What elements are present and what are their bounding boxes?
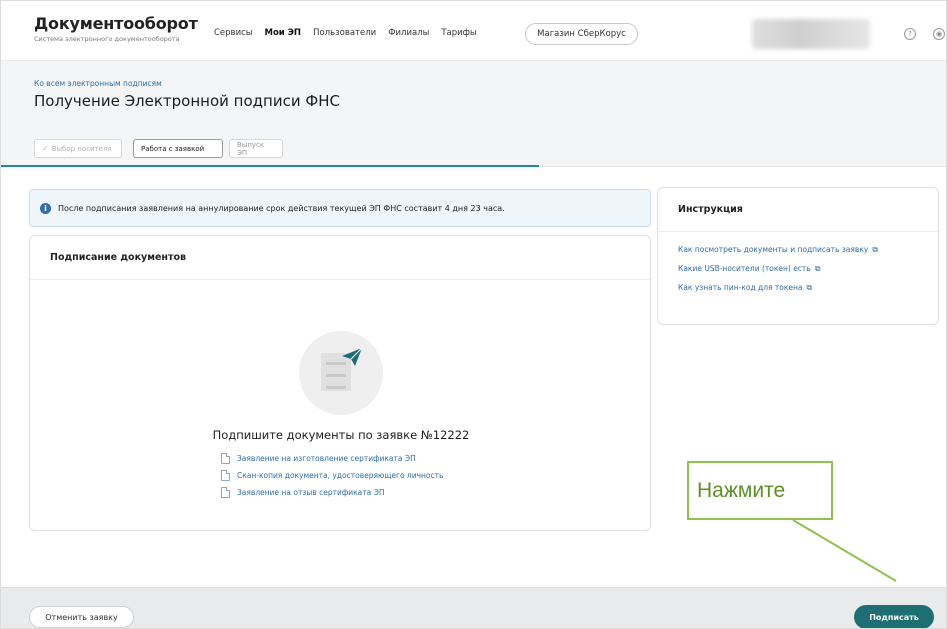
step-select-carrier[interactable]: ✓ Выбор носителя	[34, 139, 122, 158]
check-icon: ✓	[42, 144, 49, 153]
question-circle-icon[interactable]: ?	[904, 28, 916, 40]
info-banner: i После подписания заявления на аннулиро…	[29, 189, 651, 227]
step-work-with-request[interactable]: Работа с заявкой	[133, 139, 223, 158]
user-account-blurred[interactable]	[752, 19, 870, 49]
back-to-signatures-link[interactable]: Ко всем электронным подписям	[34, 79, 162, 88]
eye-icon[interactable]: ◉	[933, 28, 945, 40]
document-label: Заявление на отзыв сертификата ЭП	[237, 487, 385, 497]
shop-button[interactable]: Магазин СберКорус	[525, 23, 638, 45]
step-label: Выбор носителя	[51, 144, 112, 153]
external-link-icon: ⧉	[814, 263, 821, 273]
brand-subtitle: Система электронного документооборота	[34, 35, 180, 43]
step-label: Выпуск ЭП	[237, 140, 265, 157]
nav-item-my-signatures[interactable]: Мои ЭП	[264, 28, 301, 38]
documents-list: Заявление на изготовление сертификата ЭП…	[221, 450, 443, 501]
page-header: Ко всем электронным подписям Получение Э…	[1, 61, 946, 119]
document-icon	[221, 486, 230, 498]
external-link-icon: ⧉	[806, 282, 813, 292]
instruction-link-label: Как посмотреть документы и подписать зая…	[678, 245, 869, 254]
document-label: Заявление на изготовление сертификата ЭП	[237, 453, 416, 463]
nav-item-users[interactable]: Пользователи	[313, 28, 376, 38]
cancel-request-button[interactable]: Отменить заявку	[29, 606, 134, 628]
document-label: Скан-копия документа, удостоверяющего ли…	[237, 470, 444, 480]
brand-title: Документооборот	[34, 14, 198, 33]
main-nav: Сервисы Мои ЭП Пользователи Филиалы Тари…	[214, 28, 477, 38]
bottom-action-bar: Отменить заявку Подписать	[1, 587, 946, 628]
paper-plane-illustration	[299, 331, 383, 415]
info-banner-text: После подписания заявления на аннулирова…	[58, 203, 505, 213]
info-icon: i	[40, 202, 51, 214]
document-link-id-scan[interactable]: Скан-копия документа, удостоверяющего ли…	[221, 467, 443, 483]
nav-item-tariffs[interactable]: Тарифы	[441, 28, 476, 38]
page-title: Получение Электронной подписи ФНС	[34, 92, 340, 110]
step-label: Работа с заявкой	[141, 144, 205, 153]
instructions-card: Инструкция Как посмотреть документы и по…	[657, 187, 939, 325]
instruction-link-usb-tokens[interactable]: Какие USB-носители (токен) есть ⧉	[678, 259, 938, 278]
instruction-link-token-pin[interactable]: Как узнать пин-код для токена ⧉	[678, 278, 938, 297]
top-header: Документооборот Система электронного док…	[1, 1, 946, 61]
instruction-link-label: Какие USB-носители (токен) есть	[678, 264, 811, 273]
brand-logo[interactable]: Документооборот Система электронного док…	[34, 14, 198, 43]
step-issue-signature[interactable]: Выпуск ЭП	[229, 139, 283, 158]
nav-item-branches[interactable]: Филиалы	[388, 28, 429, 38]
document-icon	[221, 452, 230, 464]
annotation-callout: Нажмите	[687, 461, 833, 520]
sign-button[interactable]: Подписать	[854, 605, 934, 628]
app-window: Документооборот Система электронного док…	[0, 0, 947, 629]
instructions-links: Как посмотреть документы и подписать зая…	[658, 232, 938, 297]
main-content: i После подписания заявления на аннулиро…	[1, 167, 946, 587]
sign-request-title: Подпишите документы по заявке №12222	[212, 428, 470, 442]
document-icon	[221, 469, 230, 481]
instructions-title: Инструкция	[658, 188, 938, 232]
instruction-link-view-documents[interactable]: Как посмотреть документы и подписать зая…	[678, 240, 938, 259]
instruction-link-label: Как узнать пин-код для токена	[678, 283, 803, 292]
documents-card-title: Подписание документов	[30, 236, 650, 280]
paper-plane-icon	[342, 347, 363, 366]
stepper: ✓ Выбор носителя Работа с заявкой Выпуск…	[1, 119, 946, 167]
nav-item-services[interactable]: Сервисы	[214, 28, 252, 38]
document-link-certificate-application[interactable]: Заявление на изготовление сертификата ЭП	[221, 450, 443, 466]
document-link-revocation-application[interactable]: Заявление на отзыв сертификата ЭП	[221, 484, 443, 500]
documents-signing-card: Подписание документов Подпишите документ…	[29, 235, 651, 531]
external-link-icon: ⧉	[872, 244, 879, 254]
